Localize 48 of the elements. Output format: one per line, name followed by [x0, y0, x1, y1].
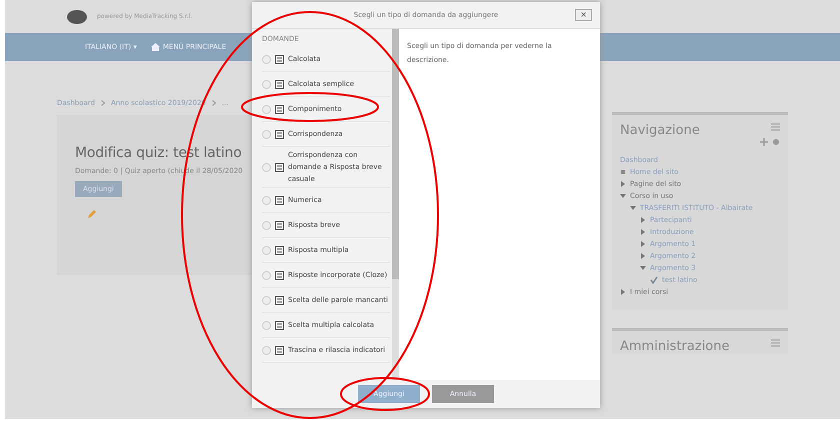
radio-button[interactable]: [262, 162, 271, 172]
bullet-icon: [620, 169, 626, 175]
radio-button[interactable]: [262, 220, 271, 230]
question-type-icon: [275, 320, 284, 330]
question-type-icon: [275, 130, 284, 138]
chevron-icon: [100, 100, 105, 106]
close-button[interactable]: ×: [575, 9, 592, 21]
block-title: Navigazione: [620, 123, 700, 138]
tree-toggle-icon[interactable]: [640, 265, 646, 271]
question-type-icon: [275, 296, 284, 304]
radio-button[interactable]: [262, 54, 271, 64]
tree-toggle-icon[interactable]: [640, 217, 646, 223]
tree-toggle-icon[interactable]: [640, 241, 646, 247]
dock-icon[interactable]: [771, 339, 780, 348]
tree-toggle-icon[interactable]: [630, 205, 636, 211]
question-type-icon: [275, 80, 284, 88]
question-type-icon: [275, 346, 284, 354]
block-title: Amministrazione: [620, 339, 730, 354]
tree-toggle-icon[interactable]: [620, 181, 626, 187]
radio-button[interactable]: [262, 296, 271, 304]
scrollbar[interactable]: [392, 29, 399, 380]
tree-toggle-icon[interactable]: [640, 253, 646, 259]
pencil-icon[interactable]: [87, 209, 97, 219]
radio-button[interactable]: [262, 246, 271, 254]
quiz-icon: [650, 276, 658, 284]
radio-button[interactable]: [262, 104, 271, 114]
question-type-icon: [275, 270, 284, 280]
home-icon: [150, 43, 160, 51]
radio-button[interactable]: [262, 196, 271, 204]
radio-button[interactable]: [262, 130, 271, 138]
plus-icon[interactable]: [760, 138, 768, 146]
tree-toggle-icon[interactable]: [620, 193, 626, 199]
question-type-icon: [275, 196, 284, 204]
gear-icon[interactable]: [772, 138, 780, 146]
question-type-icon: [275, 54, 284, 64]
question-type-icon: [275, 246, 284, 254]
chevron-icon: [212, 100, 216, 106]
radio-button[interactable]: [262, 270, 271, 280]
question-type-icon: [275, 162, 284, 172]
tree-toggle-icon[interactable]: [640, 229, 646, 235]
dock-icon[interactable]: [771, 123, 780, 132]
question-type-icon: [275, 104, 284, 114]
logo-icon: [65, 10, 89, 24]
question-type-icon: [275, 220, 284, 230]
radio-button[interactable]: [262, 346, 271, 354]
radio-button[interactable]: [262, 80, 271, 88]
tree-toggle-icon[interactable]: [620, 289, 626, 295]
radio-button[interactable]: [262, 320, 271, 330]
